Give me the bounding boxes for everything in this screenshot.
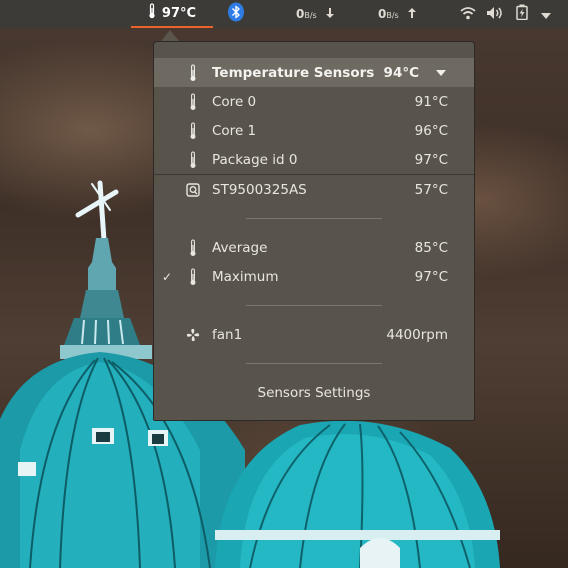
header-value: 94°C <box>383 64 419 81</box>
download-speed-unit: B/s <box>304 11 317 20</box>
sensors-settings-button[interactable]: Sensors Settings <box>154 378 474 407</box>
fan-item-fan1[interactable]: fan1 4400rpm <box>154 320 474 349</box>
temperature-indicator[interactable]: 97°C <box>131 0 213 28</box>
fan-icon <box>186 325 200 345</box>
summary-label: Maximum <box>212 268 279 285</box>
summary-value: 97°C <box>414 268 448 285</box>
separator-line <box>246 363 382 364</box>
sensor-item-disk[interactable]: ST9500325AS 57°C <box>154 175 474 204</box>
thermometer-icon <box>148 3 156 23</box>
volume-icon <box>486 5 504 24</box>
menu-separator <box>154 349 474 378</box>
thermometer-icon <box>186 121 200 141</box>
sensor-label: Package id 0 <box>212 151 298 168</box>
fan-label: fan1 <box>212 326 243 343</box>
harddisk-icon <box>186 180 200 200</box>
summary-value: 85°C <box>414 239 448 256</box>
menu-top-padding <box>154 42 474 58</box>
thermometer-icon <box>186 267 200 287</box>
sensor-value: 91°C <box>414 93 448 110</box>
header-label: Temperature Sensors <box>212 64 375 81</box>
sensor-label: Core 0 <box>212 93 257 110</box>
sensor-item-package-id-0[interactable]: Package id 0 97°C <box>154 145 474 174</box>
separator-line <box>246 305 382 306</box>
network-download-indicator[interactable]: 0B/s <box>296 0 335 28</box>
battery-indicator[interactable] <box>516 0 528 28</box>
upload-speed-unit: B/s <box>386 11 399 20</box>
wifi-indicator[interactable] <box>460 0 476 28</box>
battery-charging-icon <box>516 4 528 24</box>
sensor-value: 97°C <box>414 151 448 168</box>
wifi-icon <box>460 5 476 24</box>
chevron-down-icon <box>540 5 552 24</box>
system-menu-button[interactable] <box>540 0 552 28</box>
thermometer-icon <box>186 92 200 112</box>
separator-line <box>246 218 382 219</box>
top-panel: 97°C 0B/s 0B/s <box>0 0 568 28</box>
summary-label: Average <box>212 239 268 256</box>
thermometer-icon <box>186 238 200 258</box>
download-speed: 0B/s <box>296 7 317 21</box>
bluetooth-indicator[interactable] <box>225 0 247 28</box>
temperature-value: 97°C <box>161 5 197 21</box>
menu-pointer-arrow <box>161 30 179 41</box>
summary-item-maximum[interactable]: ✓ Maximum 97°C <box>154 262 474 291</box>
sensors-dropdown-menu: Temperature Sensors 94°C Core 0 91°C Cor… <box>153 41 475 421</box>
network-upload-indicator[interactable]: 0B/s <box>378 0 417 28</box>
thermometer-icon <box>186 63 200 83</box>
temperature-sensors-header[interactable]: Temperature Sensors 94°C <box>154 58 474 87</box>
sensor-label: Core 1 <box>212 122 257 139</box>
checkmark-icon: ✓ <box>162 269 173 284</box>
sound-indicator[interactable] <box>486 0 504 28</box>
chevron-down-icon <box>436 69 446 76</box>
summary-item-average[interactable]: Average 85°C <box>154 233 474 262</box>
sensor-item-core-0[interactable]: Core 0 91°C <box>154 87 474 116</box>
menu-separator <box>154 204 474 233</box>
upload-speed: 0B/s <box>378 7 399 21</box>
arrow-up-icon <box>407 7 417 22</box>
disk-label: ST9500325AS <box>212 181 307 198</box>
arrow-down-icon <box>325 7 335 22</box>
bluetooth-icon <box>227 2 245 26</box>
sensor-item-core-1[interactable]: Core 1 96°C <box>154 116 474 145</box>
thermometer-icon <box>186 150 200 170</box>
disk-value: 57°C <box>414 181 448 198</box>
sensor-value: 96°C <box>414 122 448 139</box>
menu-separator <box>154 291 474 320</box>
settings-label: Sensors Settings <box>257 384 371 401</box>
fan-value: 4400rpm <box>386 326 448 343</box>
